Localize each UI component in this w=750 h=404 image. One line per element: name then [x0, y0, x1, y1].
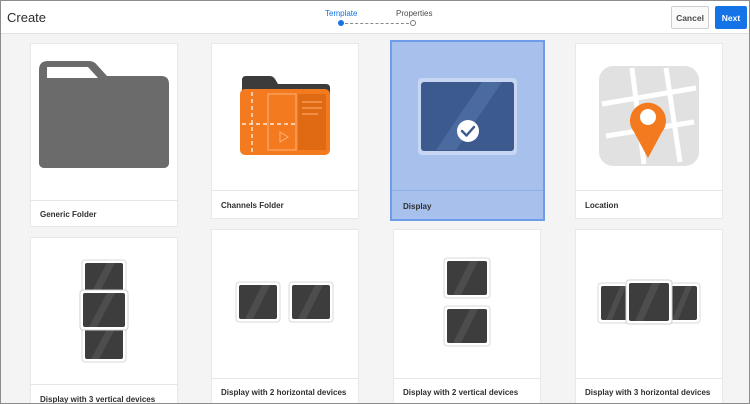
- template-label-bar: Generic Folder: [31, 200, 177, 226]
- template-label: Location: [585, 201, 619, 210]
- step-connector: [345, 22, 409, 24]
- template-thumbnail: [31, 44, 177, 200]
- template-card-three-horizontal[interactable]: Display with 3 horizontal devices: [576, 230, 722, 403]
- two-horizontal-devices-icon: [235, 281, 334, 323]
- template-thumbnail: [212, 44, 358, 190]
- template-thumbnail: [31, 238, 177, 384]
- template-card-location[interactable]: Location: [576, 44, 722, 218]
- template-label-bar: Display with 3 horizontal devices: [576, 378, 722, 403]
- template-card-channels-folder[interactable]: Channels Folder: [212, 44, 358, 218]
- template-label: Display with 2 vertical devices: [403, 388, 519, 397]
- template-label: Display with 3 horizontal devices: [585, 388, 711, 397]
- template-thumbnail: [394, 230, 540, 378]
- next-button[interactable]: Next: [715, 6, 747, 29]
- three-vertical-devices-icon: [79, 259, 129, 363]
- wizard-stepper: [338, 20, 416, 26]
- template-label-bar: Location: [576, 190, 722, 218]
- template-thumbnail: [576, 44, 722, 190]
- template-card-three-vertical[interactable]: Display with 3 vertical devices: [31, 238, 177, 404]
- folder-icon: [39, 61, 169, 168]
- template-label: Display with 2 horizontal devices: [221, 388, 347, 397]
- template-label-bar: Channels Folder: [212, 190, 358, 218]
- three-horizontal-devices-icon: [597, 279, 701, 325]
- header-bar: Create Template Properties Cancel Next: [1, 1, 749, 34]
- template-label-bar: Display: [392, 190, 543, 219]
- template-card-two-horizontal[interactable]: Display with 2 horizontal devices: [212, 230, 358, 403]
- template-label-bar: Display with 2 horizontal devices: [212, 378, 358, 403]
- channels-folder-icon: [240, 76, 330, 155]
- template-card-two-vertical[interactable]: Display with 2 vertical devices: [394, 230, 540, 403]
- cancel-button[interactable]: Cancel: [671, 6, 709, 29]
- template-label-bar: Display with 2 vertical devices: [394, 378, 540, 403]
- step-properties-dot: [410, 20, 416, 26]
- template-label: Generic Folder: [40, 210, 97, 219]
- template-label-bar: Display with 3 vertical devices: [31, 384, 177, 404]
- template-label: Display with 3 vertical devices: [40, 395, 156, 404]
- template-label: Display: [403, 202, 432, 211]
- template-thumbnail: [576, 230, 722, 378]
- create-screen: Create Template Properties Cancel Next G…: [0, 0, 750, 404]
- location-map-icon: [599, 66, 699, 166]
- template-thumbnail: [212, 230, 358, 378]
- display-icon: [418, 78, 517, 155]
- step-properties-label[interactable]: Properties: [396, 9, 432, 18]
- two-vertical-devices-icon: [443, 257, 491, 347]
- template-card-generic-folder[interactable]: Generic Folder: [31, 44, 177, 226]
- template-label: Channels Folder: [221, 201, 284, 210]
- step-template-dot: [338, 20, 344, 26]
- page-title: Create: [7, 10, 47, 25]
- step-template-label[interactable]: Template: [325, 9, 357, 18]
- template-card-display[interactable]: Display: [392, 42, 543, 219]
- template-thumbnail: [392, 42, 543, 190]
